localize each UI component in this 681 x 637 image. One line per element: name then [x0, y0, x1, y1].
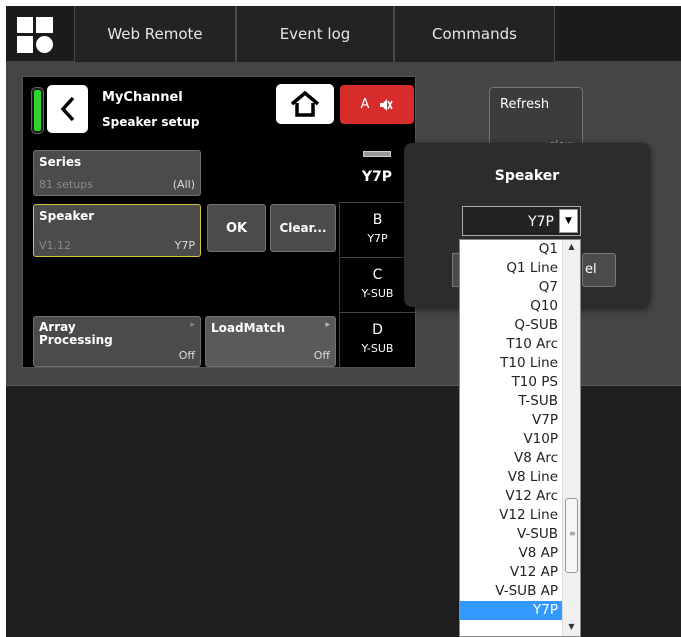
tab-event-log[interactable]: Event log: [236, 6, 394, 62]
chevron-right-icon: ▸: [190, 320, 195, 330]
speaker-version: V1.12: [39, 239, 72, 252]
speaker-muted-icon: [380, 98, 394, 111]
scroll-down-icon[interactable]: ▼: [563, 622, 580, 636]
selected-indicator: [363, 151, 391, 157]
channel-d-speaker: Y-SUB: [361, 342, 394, 355]
dropdown-scrollbar[interactable]: ▲ ≡ ▼: [562, 240, 580, 636]
chevron-left-icon: [60, 96, 74, 122]
home-icon: [290, 91, 320, 117]
channel-subtitle: Speaker setup: [102, 115, 200, 129]
clear-button[interactable]: Clear...: [270, 204, 336, 252]
tab-web-remote[interactable]: Web Remote: [74, 6, 236, 62]
channel-d-id: D: [372, 322, 383, 338]
speaker-dropdown-list[interactable]: Q1 Q1 Line Q7 Q10 Q-SUB T10 Arc T10 Line T10 PS…: [459, 239, 581, 637]
loadmatch-value: Off: [313, 349, 330, 362]
array-processing-title: Array Processing: [39, 320, 113, 347]
cancel-button[interactable]: el: [582, 253, 616, 287]
channel-name: MyChannel: [102, 90, 183, 105]
tab-commands[interactable]: Commands: [394, 6, 555, 62]
series-value: (All): [172, 178, 195, 191]
refresh-label: Refresh: [500, 97, 550, 112]
speaker-title: Speaker: [39, 209, 95, 223]
logo-icon[interactable]: [17, 17, 53, 53]
mute-button[interactable]: A: [340, 85, 414, 124]
series-title: Series: [39, 155, 82, 169]
scroll-thumb[interactable]: ≡: [565, 498, 578, 573]
speaker-select[interactable]: Y7P ▼: [462, 206, 581, 236]
ok-button[interactable]: OK: [207, 204, 266, 252]
level-indicator: [32, 88, 43, 133]
chevron-down-icon[interactable]: ▼: [559, 209, 578, 233]
top-nav: Web Remote Event log Commands: [6, 6, 681, 62]
array-processing-button[interactable]: Array Processing ▸ Off: [33, 316, 201, 367]
home-button[interactable]: [276, 84, 334, 124]
cancel-label-fragment: el: [585, 262, 597, 277]
loadmatch-title: LoadMatch: [211, 321, 286, 335]
speaker-select-value: Y7P: [528, 214, 554, 230]
loadmatch-button[interactable]: LoadMatch ▸ Off: [205, 316, 336, 367]
back-button[interactable]: [47, 85, 88, 133]
mute-channel-label: A: [360, 97, 370, 112]
series-button[interactable]: Series 81 setups (All): [33, 150, 201, 196]
scroll-up-icon[interactable]: ▲: [563, 242, 580, 256]
chevron-right-icon: ▸: [325, 320, 330, 330]
channel-d[interactable]: D Y-SUB: [339, 312, 415, 368]
array-processing-value: Off: [178, 349, 195, 362]
series-count: 81 setups: [39, 178, 93, 191]
dialog-title: Speaker: [494, 168, 560, 184]
speaker-value: Y7P: [174, 239, 195, 252]
speaker-button[interactable]: Speaker V1.12 Y7P: [33, 204, 201, 257]
